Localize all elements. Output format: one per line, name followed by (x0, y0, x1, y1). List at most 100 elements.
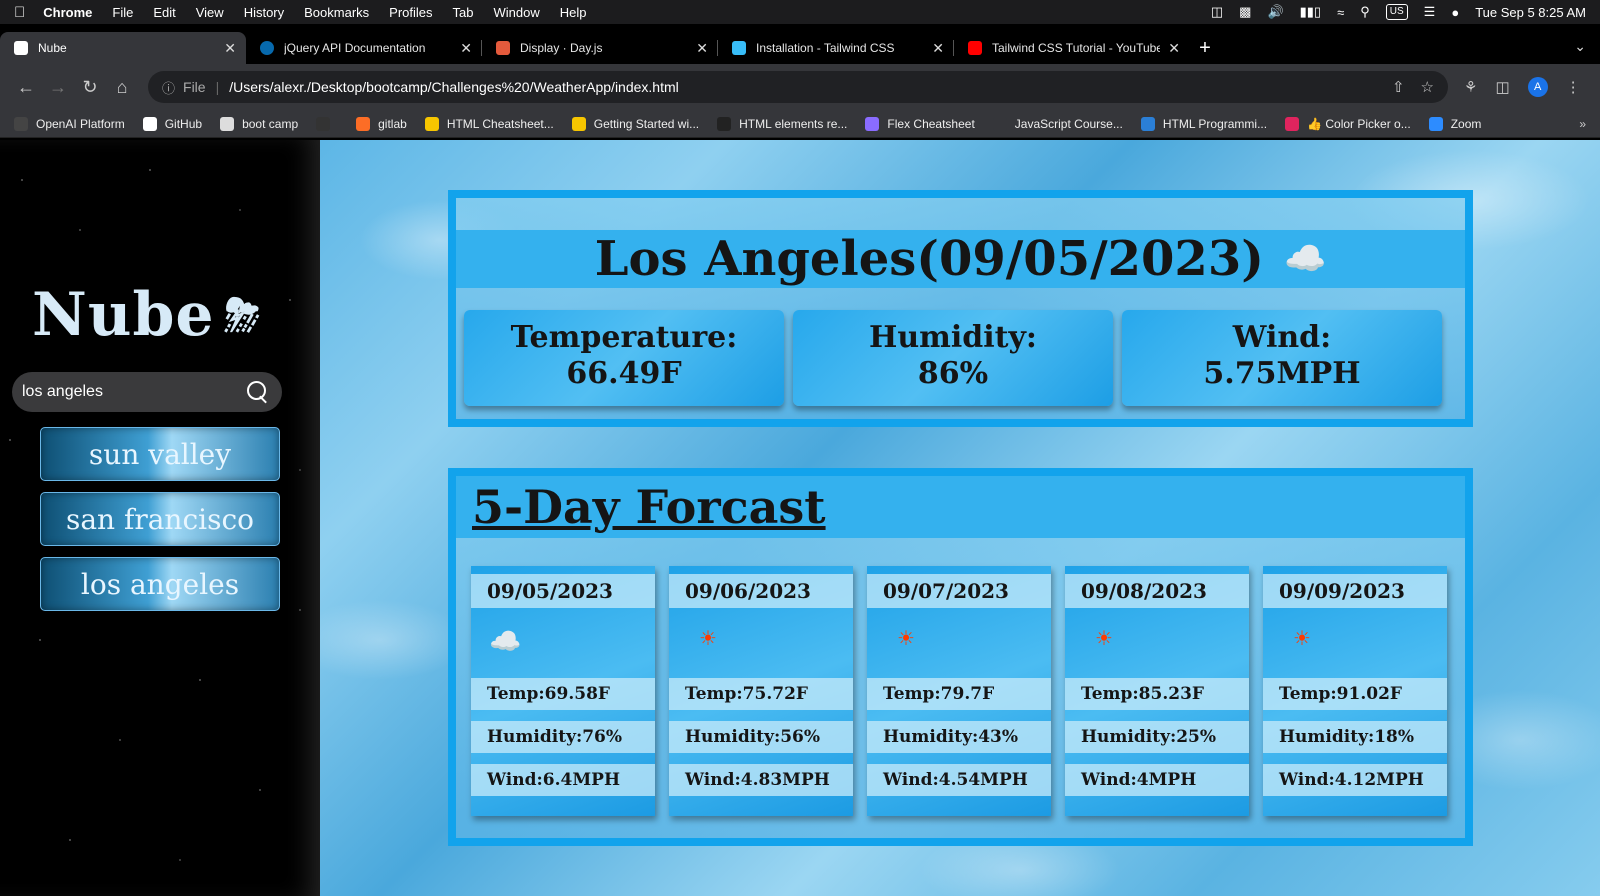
close-tab-icon[interactable]: ✕ (460, 40, 472, 57)
back-arrow-icon[interactable]: ← (10, 77, 42, 98)
app-logo: Nube ⛈ (32, 280, 261, 350)
bookmark-favicon-icon (142, 116, 157, 131)
bookmark-item[interactable]: JavaScript Course... (992, 116, 1123, 131)
nube-favicon-icon (14, 41, 28, 55)
bookmark-item[interactable]: gitlab (356, 116, 407, 131)
bookmark-label: Zoom (1450, 116, 1482, 131)
menu-help[interactable]: Help (560, 5, 587, 20)
bookmark-item[interactable]: Getting Started wi... (571, 116, 699, 131)
forward-arrow-icon[interactable]: → (42, 77, 74, 98)
tab-strip: Nube ✕ jQuery API Documentation ✕ Displa… (0, 32, 1600, 64)
volume-icon[interactable]: 🔊 (1267, 4, 1283, 20)
bookmark-item[interactable] (316, 116, 338, 131)
history-button-los-angeles[interactable]: los angeles (40, 557, 280, 611)
forecast-date: 09/09/2023 (1263, 574, 1447, 608)
menu-history[interactable]: History (244, 5, 284, 20)
tab-jquery[interactable]: jQuery API Documentation ✕ (246, 32, 482, 64)
forecast-humidity: Humidity:76% (471, 721, 655, 753)
menu-profiles[interactable]: Profiles (389, 5, 432, 20)
temperature-card: Temperature: 66.49F (464, 310, 784, 406)
bookmark-item[interactable]: Zoom (1428, 116, 1482, 131)
bookmark-item[interactable]: HTML Programmi... (1140, 116, 1268, 131)
close-tab-icon[interactable]: ✕ (224, 40, 236, 57)
bookmark-item[interactable]: HTML Cheatsheet... (424, 116, 554, 131)
tab-youtube[interactable]: Tailwind CSS Tutorial - YouTube ✕ (954, 32, 1190, 64)
menu-tab[interactable]: Tab (453, 5, 474, 20)
bookmark-label: OpenAI Platform (36, 116, 125, 131)
url-text[interactable]: /Users/alexr./Desktop/bootcamp/Challenge… (229, 79, 1376, 95)
menu-app-name[interactable]: Chrome (43, 5, 92, 20)
city-search-input[interactable] (22, 383, 246, 401)
menu-edit[interactable]: Edit (153, 5, 175, 20)
sun-icon: ☀ (699, 628, 717, 650)
forecast-date: 09/08/2023 (1065, 574, 1249, 608)
menu-window[interactable]: Window (494, 5, 540, 20)
bookmark-label: HTML Programmi... (1162, 116, 1268, 131)
sun-icon: ☀ (1293, 628, 1311, 650)
control-center-icon[interactable]: ☰ (1424, 4, 1436, 20)
forecast-card: 09/08/2023 ☀ Temp:85.23F Humidity:25% Wi… (1065, 566, 1249, 816)
bookmark-favicon-icon (1140, 116, 1155, 131)
more-bookmarks-icon[interactable]: » (1579, 117, 1586, 131)
forecast-card: 09/07/2023 ☀ Temp:79.7F Humidity:43% Win… (867, 566, 1051, 816)
reload-icon[interactable]: ↻ (74, 77, 106, 98)
wind-label: Wind: (1232, 320, 1332, 355)
tab-title: jQuery API Documentation (284, 41, 426, 55)
share-icon[interactable]: ⇧ (1392, 78, 1405, 96)
tab-nube[interactable]: Nube ✕ (0, 32, 246, 64)
menubar-clock[interactable]: Tue Sep 5 8:25 AM (1475, 5, 1586, 20)
display-icon[interactable]: ▩ (1239, 4, 1251, 20)
tab-dayjs[interactable]: Display · Day.js ✕ (482, 32, 718, 64)
macos-menubar:  Chrome File Edit View History Bookmark… (0, 0, 1600, 24)
forecast-card: 09/09/2023 ☀ Temp:91.02F Humidity:18% Wi… (1263, 566, 1447, 816)
spotlight-search-icon[interactable]: ⚲ (1360, 4, 1370, 20)
close-tab-icon[interactable]: ✕ (932, 40, 944, 57)
bookmark-favicon-icon (316, 116, 331, 131)
bookmark-item[interactable]: HTML elements re... (717, 116, 847, 131)
bookmark-item[interactable]: Flex Cheatsheet (865, 116, 975, 131)
bookmark-label: boot camp (242, 116, 299, 131)
bookmark-item[interactable]: boot camp (220, 116, 299, 131)
menu-bookmarks[interactable]: Bookmarks (304, 5, 369, 20)
apple-icon[interactable]:  (14, 4, 25, 21)
siri-icon[interactable]: ● (1451, 5, 1459, 20)
site-info-icon[interactable]: ⓘ (162, 78, 175, 97)
home-icon[interactable]: ⌂ (106, 77, 138, 98)
address-bar[interactable]: ⓘ File | /Users/alexr./Desktop/bootcamp/… (148, 71, 1448, 103)
side-panel-icon[interactable]: ◫ (1495, 78, 1509, 96)
forecast-date: 09/06/2023 (669, 574, 853, 608)
tab-search-chevron-icon[interactable]: ⌄ (1574, 38, 1586, 55)
wifi-icon[interactable]: ≈ (1337, 5, 1344, 20)
sun-icon: ☀ (897, 628, 915, 650)
extensions-puzzle-icon[interactable]: ⚘ (1464, 78, 1477, 96)
history-button-sun-valley[interactable]: sun valley (40, 427, 280, 481)
close-tab-icon[interactable]: ✕ (1168, 40, 1180, 57)
status-icons: ◫ ▩ 🔊 ▮▮▯ ≈ ⚲ US ☰ ● Tue Sep 5 8:25 AM (1211, 0, 1586, 24)
menu-view[interactable]: View (196, 5, 224, 20)
close-tab-icon[interactable]: ✕ (696, 40, 708, 57)
bookmark-item[interactable]: 👍 Color Picker o... (1285, 116, 1411, 131)
input-source-badge[interactable]: US (1385, 4, 1408, 20)
bookmark-item[interactable]: GitHub (142, 116, 203, 131)
bookmark-label: HTML Cheatsheet... (446, 116, 554, 131)
tab-tailwind-install[interactable]: Installation - Tailwind CSS ✕ (718, 32, 954, 64)
bookmark-label: 👍 Color Picker o... (1307, 116, 1411, 131)
bookmark-favicon-icon (571, 116, 586, 131)
bookmark-label: GitHub (164, 116, 203, 131)
forecast-wind: Wind:4.12MPH (1263, 764, 1447, 796)
bookmark-item[interactable]: OpenAI Platform (14, 116, 125, 131)
battery-icon[interactable]: ▮▮▯ (1300, 4, 1321, 20)
humidity-label: Humidity: (868, 320, 1038, 355)
wind-card: Wind: 5.75MPH (1122, 310, 1442, 406)
new-tab-button[interactable]: + (1190, 32, 1220, 64)
more-menu-icon[interactable]: ⋮ (1566, 78, 1581, 96)
screen-mirror-icon[interactable]: ◫ (1211, 4, 1223, 20)
forecast-date: 09/05/2023 (471, 574, 655, 608)
history-button-san-francisco[interactable]: san francisco (40, 492, 280, 546)
bookmark-star-icon[interactable]: ☆ (1421, 78, 1434, 96)
search-icon[interactable] (246, 380, 270, 404)
menu-file[interactable]: File (112, 5, 133, 20)
profile-avatar[interactable]: A (1527, 77, 1548, 97)
forecast-temp: Temp:91.02F (1263, 678, 1447, 710)
forecast-temp: Temp:69.58F (471, 678, 655, 710)
